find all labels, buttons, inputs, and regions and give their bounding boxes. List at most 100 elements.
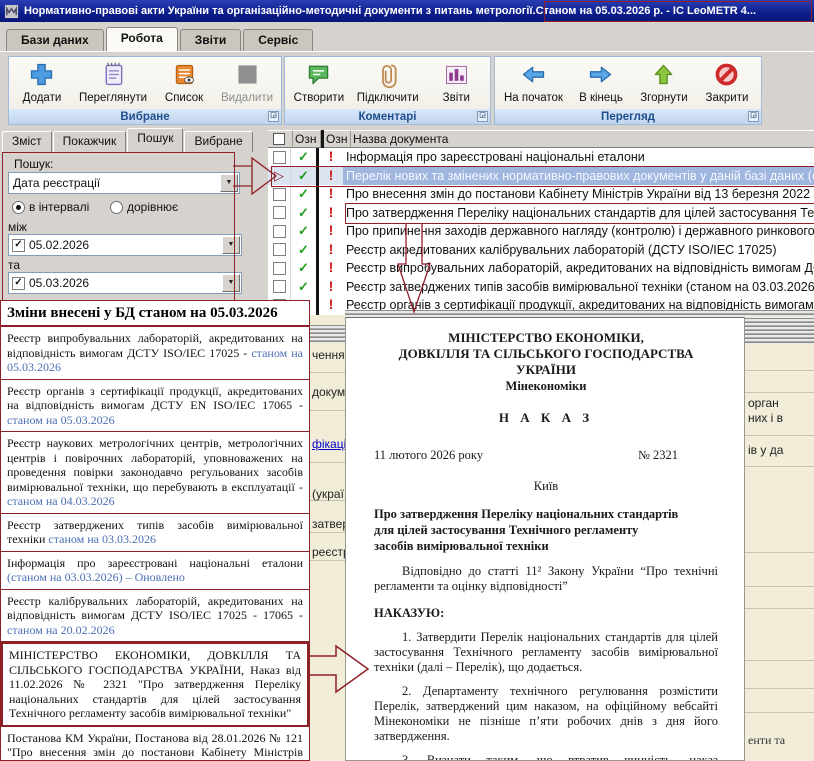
document-list-header: Озн Озн Назва документа [268,130,814,148]
list-item[interactable]: МІНІСТЕРСТВО ЕКОНОМІКИ, ДОВКІЛЛЯ ТА СІЛЬ… [1,642,309,727]
table-row[interactable]: ✓!Про припинення заходів державного нагл… [268,222,814,241]
document-preview[interactable]: МІНІСТЕРСТВО ЕКОНОМІКИ, ДОВКІЛЛЯ ТА СІЛЬ… [345,317,745,761]
row-title[interactable]: Про затвердження Переліку національних с… [343,204,814,223]
checkbox-checked-icon[interactable]: ✓ [12,239,25,252]
ribbon-tab-Звіти[interactable]: Звіти [180,29,241,51]
button-Список[interactable]: Список [155,59,213,105]
ribbon-tab-Робота[interactable]: Робота [106,27,178,51]
dialog-launcher-icon[interactable]: ◲ [748,111,759,122]
sidebar-tab-Зміст[interactable]: Зміст [2,131,52,152]
checkbox-icon[interactable] [273,188,286,201]
sidebar-tab-Пошук[interactable]: Пошук [127,128,183,152]
row-important-icon: ! [319,296,343,315]
header-name[interactable]: Назва документа [351,130,814,148]
list-item[interactable]: Реєстр органів з сертифікації продукції,… [1,380,309,433]
list-item[interactable]: Реєстр наукових метрологічних центрів, м… [1,432,309,514]
chevron-down-icon[interactable]: ▼ [220,174,238,192]
checkbox-checked-icon[interactable]: ✓ [12,277,25,290]
table-row[interactable]: ✓!Реєстр випробувальних лабораторій, акр… [268,259,814,278]
button-Додати[interactable]: Додати [13,59,71,105]
window-title: Нормативно-правові акти України та орган… [24,5,536,17]
row-title[interactable]: Реєстр акредитованих калібрувальних лабо… [343,241,814,260]
dialog-launcher-icon[interactable]: ◲ [268,111,279,122]
date-from-field[interactable]: ✓ 05.02.2026 ▼ [8,234,242,256]
change-date: станом на 03.03.2026 [48,532,156,546]
row-ok-icon: ✓ [290,185,316,204]
button-Звіти[interactable]: Звіти [427,59,485,105]
button-label: Створити [294,92,344,104]
row-checkbox-cell[interactable] [268,222,290,241]
list-item[interactable]: Реєстр затверджених типів засобів вимірю… [1,514,309,552]
button-В кінець[interactable]: В кінець [572,59,630,105]
table-row[interactable]: ✓!Про затвердження Переліку національних… [268,204,814,223]
checkbox-icon[interactable] [273,151,286,164]
table-row[interactable]: ✓!Про внесення змін до постанови Кабінет… [268,185,814,204]
row-title[interactable]: Про припинення заходів державного нагляд… [343,222,814,241]
sidebar-tab-Вибране[interactable]: Вибране [184,131,252,152]
radio-interval[interactable]: в інтервалі [12,200,89,214]
row-title[interactable]: Перелік нових та змінених нормативно-пра… [343,167,814,186]
list-item[interactable]: Реєстр калібрувальних лабораторій, акред… [1,590,309,643]
table-row[interactable]: ✓!Реєстр акредитованих калібрувальних ла… [268,241,814,260]
list-item[interactable]: Інформація про зареєстровані національні… [1,552,309,590]
table-row[interactable]: ✓!Реєстр затверджених типів засобів вимі… [268,278,814,297]
row-checkbox-cell[interactable]: ▷ [268,167,290,186]
row-checkbox-cell[interactable] [268,148,290,167]
header-ozn1[interactable]: Озн [293,130,321,148]
button-label: Закрити [706,92,749,104]
table-row[interactable]: ▷✓!Перелік нових та змінених нормативно-… [268,167,814,186]
doc-date: 11 лютого 2026 року [374,448,483,463]
header-checkbox-cell[interactable] [268,130,293,148]
row-ok-icon: ✓ [290,241,316,260]
ribbon-tab-Сервіс[interactable]: Сервіс [243,29,313,51]
row-title[interactable]: Про внесення змін до постанови Кабінету … [343,185,814,204]
sidebar-tab-Покажчик[interactable]: Покажчик [53,131,127,152]
row-checkbox-cell[interactable] [268,278,290,297]
ribbon-tab-Бази даних[interactable]: Бази даних [6,29,104,51]
checkbox-icon[interactable] [273,243,286,256]
row-checkbox-cell[interactable] [268,259,290,278]
background-text-fragment: ів у да [748,443,783,457]
radio-interval-label: в інтервалі [29,200,89,214]
group-caption: Коментарі◲ [285,109,490,124]
row-checkbox-cell[interactable] [268,241,290,260]
button-label: Переглянути [79,92,147,104]
row-title[interactable]: Реєстр затверджених типів засобів вимірю… [343,278,814,297]
date-from-value: 05.02.2026 [25,238,222,252]
button-label: Список [165,92,203,104]
checkbox-icon[interactable] [273,262,286,275]
button-Закрити[interactable]: Закрити [698,59,756,105]
button-Видалити[interactable]: Видалити [217,59,277,105]
radio-equals[interactable]: дорівнює [110,200,178,214]
row-checkbox-cell[interactable] [268,185,290,204]
checkbox-icon[interactable] [273,225,286,238]
button-Підключити[interactable]: Підключити [353,59,423,105]
change-date: станом на 05.03.2026 [7,413,115,427]
header-ozn2[interactable]: Озн [324,130,351,148]
search-field-value: Дата реєстрації [9,176,220,190]
date-to-field[interactable]: ✓ 05.03.2026 ▼ [8,272,242,294]
button-Створити[interactable]: Створити [290,59,348,105]
list-item[interactable]: Постанова КМ України, Постанова від 28.0… [1,727,309,761]
checkbox-icon[interactable] [273,206,286,219]
row-ok-icon: ✓ [290,222,316,241]
chevron-down-icon[interactable]: ▼ [222,236,240,254]
change-text: Постанова КМ України, Постанова від 28.0… [7,731,303,761]
checkbox-icon[interactable] [273,280,286,293]
row-checkbox-cell[interactable] [268,204,290,223]
button-Переглянути[interactable]: Переглянути [75,59,151,105]
row-title[interactable]: Реєстр випробувальних лабораторій, акред… [343,259,814,278]
change-date: (станом на 03.03.2026) – Оновлено [7,570,185,584]
list-icon [170,60,199,92]
change-date: станом на 04.03.2026 [7,494,115,508]
dialog-launcher-icon[interactable]: ◲ [477,111,488,122]
row-title[interactable]: Інформація про зареєстровані національні… [343,148,814,167]
doc-subject-line: для цілей застосування Технічного реглам… [374,522,718,538]
search-field-dropdown[interactable]: Дата реєстрації ▼ [8,172,240,194]
list-item[interactable]: Реєстр випробувальних лабораторій, акред… [1,327,309,380]
button-Згорнути[interactable]: Згорнути [635,59,693,105]
radio-dot-icon [110,201,123,214]
button-На початок[interactable]: На початок [500,59,567,105]
table-row[interactable]: ✓!Інформація про зареєстровані національ… [268,148,814,167]
chevron-down-icon[interactable]: ▼ [222,274,240,292]
